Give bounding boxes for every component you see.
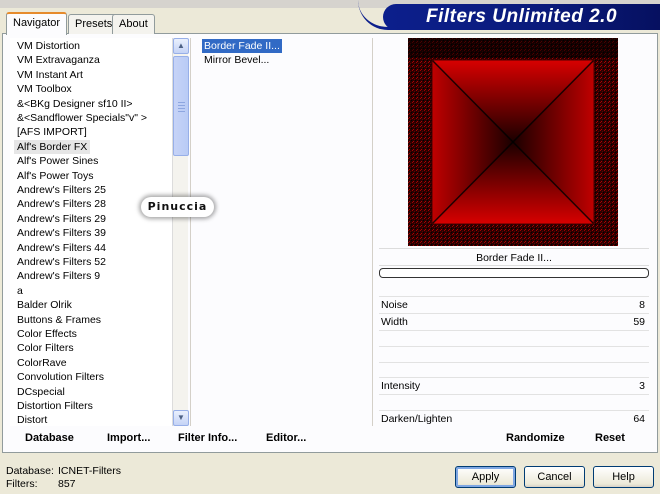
category-item[interactable]: Andrew's Filters 44 [14, 241, 109, 255]
category-item[interactable]: Andrew's Filters 25 [14, 183, 109, 197]
status-value: ICNET-Filters [58, 465, 121, 477]
category-item[interactable]: Color Filters [14, 341, 77, 355]
status-value: 857 [58, 478, 76, 490]
progress-bar [379, 268, 649, 278]
app-title-banner: Filters Unlimited 2.0 [383, 4, 660, 30]
filter-info-button[interactable]: Filter Info... [178, 432, 237, 444]
help-button[interactable]: Help [593, 466, 654, 488]
param-width[interactable]: Width 59 [379, 313, 649, 329]
category-item[interactable]: Distortion Filters [14, 399, 96, 413]
category-item[interactable]: ColorRave [14, 356, 70, 370]
category-item[interactable]: Andrew's Filters 29 [14, 212, 109, 226]
category-item[interactable]: VM Extravaganza [14, 53, 103, 67]
scroll-thumb[interactable] [173, 56, 189, 156]
import-button[interactable]: Import... [107, 432, 150, 444]
param-value: 64 [633, 413, 645, 425]
preview-filter-name: Border Fade II... [379, 248, 649, 266]
randomize-button[interactable]: Randomize [506, 432, 565, 444]
tab-about[interactable]: About [112, 14, 155, 34]
param-label: Darken/Lighten [381, 413, 453, 425]
param-empty-row [379, 346, 649, 362]
param-empty-row [379, 362, 649, 378]
status-filters: Filters: 857 [6, 478, 76, 491]
category-item[interactable]: Alf's Power Sines [14, 154, 101, 168]
cancel-button[interactable]: Cancel [524, 466, 585, 488]
filter-item-border-fade[interactable]: Border Fade II... [202, 39, 282, 53]
database-button[interactable]: Database [25, 432, 74, 444]
category-item[interactable]: a [14, 284, 26, 298]
divider [190, 38, 191, 426]
param-label: Intensity [381, 380, 421, 392]
category-item[interactable]: Andrew's Filters 52 [14, 255, 109, 269]
category-item[interactable]: Convolution Filters [14, 370, 107, 384]
category-item[interactable]: VM Toolbox [14, 82, 75, 96]
editor-button[interactable]: Editor... [266, 432, 306, 444]
category-item[interactable]: Color Effects [14, 327, 80, 341]
param-label: Width [381, 316, 408, 328]
preview-graphic [408, 38, 618, 246]
category-scrollbar[interactable]: ▲ ▼ [172, 38, 189, 426]
category-item[interactable]: &<Sandflower Specials"v" > [14, 111, 150, 125]
category-item[interactable]: Balder Olrik [14, 298, 75, 312]
param-value: 3 [639, 380, 645, 392]
category-item[interactable]: VM Distortion [14, 39, 83, 53]
category-item[interactable]: Andrew's Filters 39 [14, 226, 109, 240]
category-item[interactable]: DCspecial [14, 385, 68, 399]
param-label: Noise [381, 299, 408, 311]
filter-item-mirror-bevel[interactable]: Mirror Bevel... [202, 53, 271, 67]
scroll-down-button[interactable]: ▼ [173, 410, 189, 426]
param-intensity[interactable]: Intensity 3 [379, 377, 649, 393]
category-item[interactable]: [AFS IMPORT] [14, 125, 90, 139]
apply-button[interactable]: Apply [455, 466, 516, 488]
status-database: Database: ICNET-Filters [6, 465, 121, 478]
category-item[interactable]: VM Instant Art [14, 68, 86, 82]
filter-preview-image [408, 38, 618, 246]
category-item[interactable]: Buttons & Frames [14, 313, 104, 327]
scroll-up-button[interactable]: ▲ [173, 38, 189, 54]
param-noise[interactable]: Noise 8 [379, 296, 649, 312]
param-empty-row [379, 394, 649, 410]
pinuccia-watermark: Pinuccia [141, 197, 214, 217]
param-value: 8 [639, 299, 645, 311]
divider [372, 38, 373, 426]
category-item[interactable]: Alf's Power Toys [14, 169, 97, 183]
status-label: Database: [6, 465, 54, 477]
category-item[interactable]: Distort [14, 413, 50, 427]
reset-button[interactable]: Reset [595, 432, 625, 444]
status-label: Filters: [6, 478, 38, 490]
category-item[interactable]: Andrew's Filters 9 [14, 269, 103, 283]
param-empty-row [379, 330, 649, 346]
param-value: 59 [633, 316, 645, 328]
tab-navigator[interactable]: Navigator [6, 12, 68, 35]
param-darken-lighten[interactable]: Darken/Lighten 64 [379, 410, 649, 426]
category-item[interactable]: Andrew's Filters 28 [14, 197, 109, 211]
category-item[interactable]: Alf's Border FX [14, 139, 91, 154]
category-item[interactable]: &<BKg Designer sf10 II> [14, 97, 136, 111]
